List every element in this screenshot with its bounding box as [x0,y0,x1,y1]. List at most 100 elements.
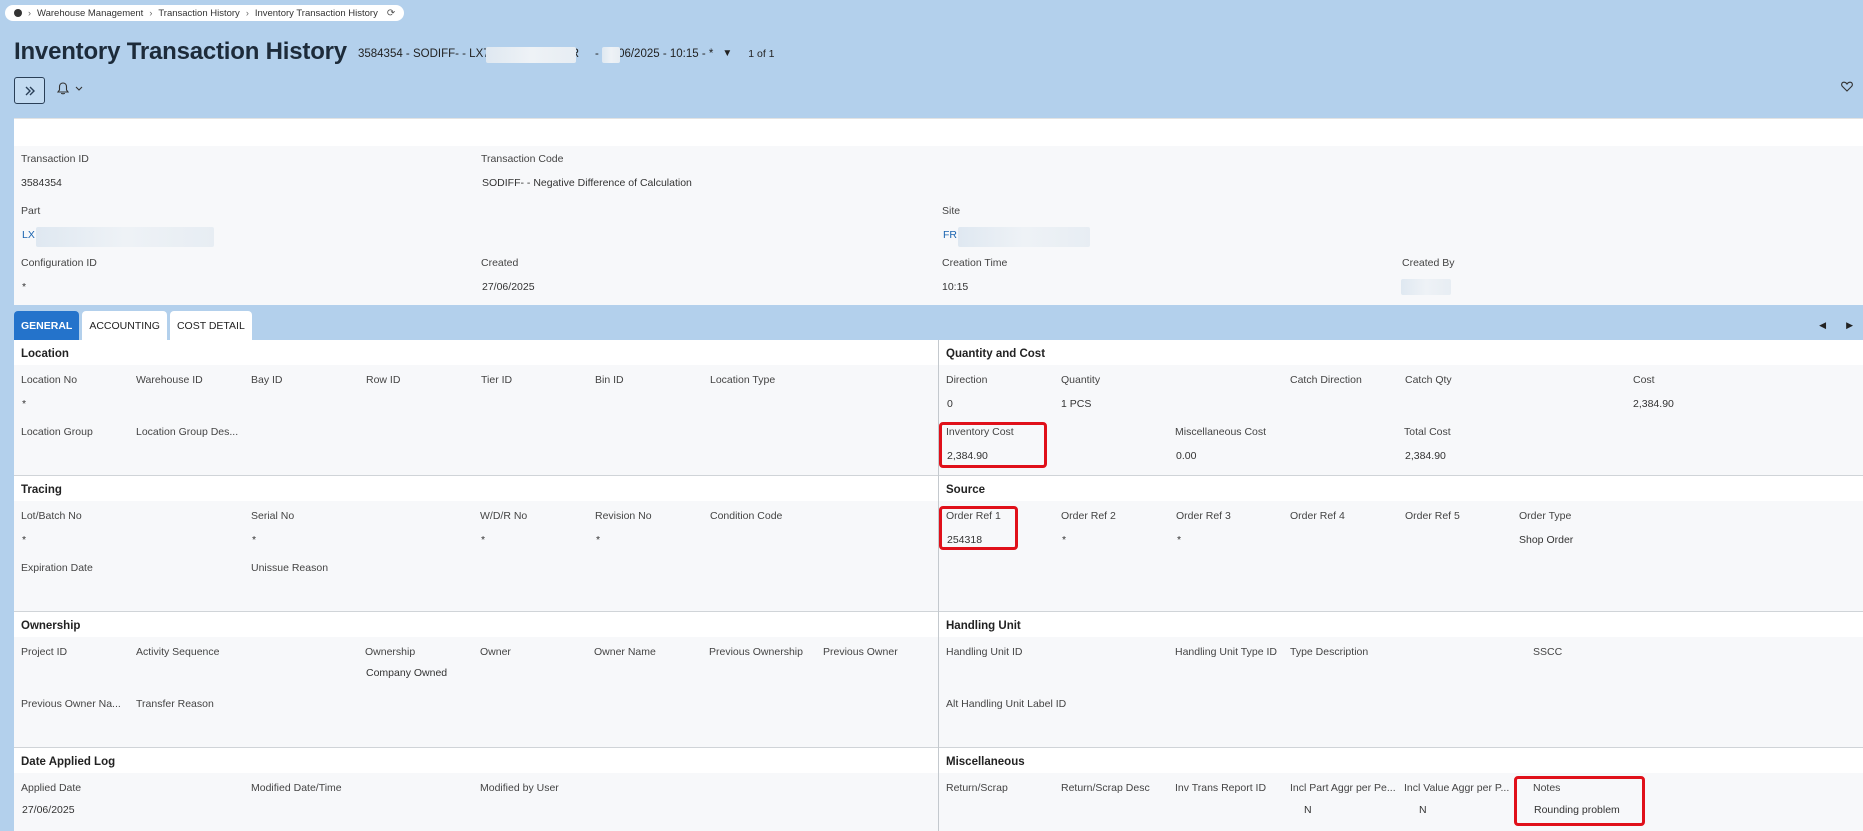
order-ref4-label: Order Ref 4 [1290,510,1345,522]
highlight-order-ref1 [939,506,1018,550]
expiration-date-label: Expiration Date [21,562,93,574]
location-section: Location Location No * Warehouse ID Bay … [14,340,938,476]
section-title: Source [939,476,1863,501]
order-ref2-value: * [1062,534,1067,546]
breadcrumb-item-current: Inventory Transaction History [254,7,378,19]
date-applied-log-section: Date Applied Log Applied Date 27/06/2025… [14,748,938,831]
handling-unit-section: Handling Unit Handling Unit ID Handling … [939,612,1863,748]
redacted-area [486,47,576,63]
serial-no-label: Serial No [251,510,295,522]
highlight-inventory-cost [939,422,1047,468]
redacted-area [36,227,214,247]
previous-ownership-label: Previous Ownership [709,646,803,658]
incl-value-aggr-value: N [1419,804,1427,816]
cost-value: 2,384.90 [1633,398,1674,410]
section-title: Handling Unit [939,612,1863,637]
previous-owner-name-label: Previous Owner Na... [21,698,121,710]
order-ref2-label: Order Ref 2 [1061,510,1116,522]
ownership-section: Ownership Project ID Activity Sequence O… [14,612,938,748]
caret-left-icon[interactable]: ◀ [1819,320,1826,331]
miscellaneous-section: Miscellaneous Return/Scrap Return/Scrap … [939,748,1863,831]
home-icon[interactable] [14,9,22,17]
creation-time-value: 10:15 [942,281,969,293]
handling-unit-id-label: Handling Unit ID [946,646,1023,658]
incl-value-aggr-label: Incl Value Aggr per P... [1404,782,1510,794]
location-no-value: * [22,398,27,410]
location-group-desc-label: Location Group Des... [136,426,239,438]
location-type-label: Location Type [710,374,776,386]
inv-trans-report-label: Inv Trans Report ID [1175,782,1267,794]
creation-time-label: Creation Time [942,257,1008,269]
incl-part-aggr-value: N [1304,804,1312,816]
source-section: Source Order Ref 1 254318 Order Ref 2 * … [939,476,1863,612]
part-link[interactable]: LX [22,229,35,241]
redacted-area [958,227,1090,247]
location-group-label: Location Group [21,426,93,438]
favorite-button[interactable] [1841,81,1853,95]
ownership-value: Company Owned [366,667,448,679]
section-title: Miscellaneous [939,748,1863,773]
bell-icon [57,82,69,95]
transaction-id-label: Transaction ID [21,153,89,165]
return-scrap-label: Return/Scrap [946,782,1008,794]
project-id-label: Project ID [21,646,68,658]
ownership-label: Ownership [365,646,416,658]
total-cost-value: 2,384.90 [1405,450,1446,462]
header-topbar [14,119,1863,146]
created-by-label: Created By [1402,257,1455,269]
tab-accounting[interactable]: ACCOUNTING [82,311,167,340]
created-label: Created [481,257,519,269]
modified-by-label: Modified by User [480,782,559,794]
section-title: Quantity and Cost [939,340,1863,365]
tab-bar: GENERAL ACCOUNTING COST DETAIL [14,311,252,340]
notifications-button[interactable] [57,82,83,95]
catch-direction-label: Catch Direction [1290,374,1362,386]
order-ref3-value: * [1177,534,1182,546]
title-row: Inventory Transaction History 3584354 - … [14,38,775,66]
unissue-reason-label: Unissue Reason [251,562,329,574]
configuration-id-value: * [22,281,27,293]
lot-batch-label: Lot/Batch No [21,510,82,522]
alt-hu-label-id-label: Alt Handling Unit Label ID [946,698,1067,710]
sscc-label: SSCC [1533,646,1563,658]
page-title: Inventory Transaction History [14,38,347,65]
redacted-area [1401,279,1451,295]
return-scrap-desc-label: Return/Scrap Desc [1061,782,1150,794]
tab-cost-detail[interactable]: COST DETAIL [169,311,252,340]
chevron-right-icon: › [245,8,249,18]
row-id-label: Row ID [366,374,401,386]
catch-qty-label: Catch Qty [1405,374,1452,386]
caret-right-icon[interactable]: ▶ [1846,320,1853,331]
previous-owner-label: Previous Owner [823,646,898,658]
quantity-cost-section: Quantity and Cost Direction 0 Quantity 1… [939,340,1863,476]
misc-cost-label: Miscellaneous Cost [1175,426,1267,438]
serial-no-value: * [252,534,257,546]
handling-unit-type-label: Handling Unit Type ID [1175,646,1277,658]
owner-name-label: Owner Name [594,646,656,658]
site-link[interactable]: FR [943,229,957,241]
caret-down-icon[interactable]: ▼ [722,48,732,59]
general-tab-content: Location Location No * Warehouse ID Bay … [14,340,1863,831]
breadcrumb-item-transaction-history[interactable]: Transaction History [158,8,239,19]
breadcrumb-item-warehouse[interactable]: Warehouse Management [37,8,143,19]
order-type-label: Order Type [1519,510,1572,522]
applied-date-value: 27/06/2025 [22,804,75,816]
record-count: 1 of 1 [748,48,775,60]
chevron-right-icon: › [28,8,31,18]
bay-id-label: Bay ID [251,374,283,386]
order-ref5-label: Order Ref 5 [1405,510,1460,522]
configuration-id-label: Configuration ID [21,257,97,269]
section-title: Location [14,340,938,365]
transaction-code-label: Transaction Code [481,153,564,165]
tier-id-label: Tier ID [481,374,513,386]
header-panel: Transaction ID 3584354 Transaction Code … [14,118,1863,305]
tab-general[interactable]: GENERAL [14,311,80,340]
owner-label: Owner [480,646,511,658]
expand-panel-button[interactable] [14,77,45,104]
type-description-label: Type Description [1290,646,1369,658]
refresh-icon[interactable]: ⟳ [387,8,395,19]
section-title: Tracing [14,476,938,501]
transaction-id-value: 3584354 [21,177,62,189]
created-value: 27/06/2025 [482,281,535,293]
wdr-no-value: * [481,534,486,546]
